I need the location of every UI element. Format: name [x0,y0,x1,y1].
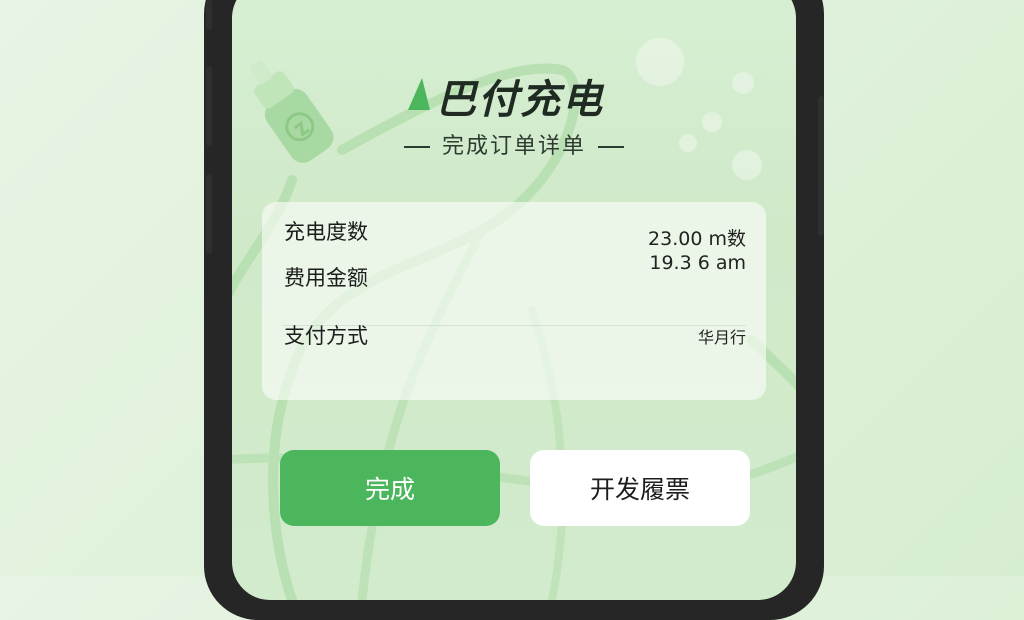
charge-amount-value: 23.00 m数 [648,228,746,250]
order-details-card: 充电度数 23.00 m数 费用金额 19.3 6 am 支付方式 华月行 [262,202,766,400]
app-screen: 巴付充电 完成订单详单 充电度数 23.00 m数 费用金额 19.3 6 am… [232,0,796,600]
charge-amount-label: 充电度数 [284,220,368,244]
fee-amount-label: 费用金额 [284,266,368,290]
phone-volume-up-button [206,0,212,30]
logo-text: 巴付充电 [436,77,604,123]
phone-volume-down-button [206,66,212,146]
title-dash-right [598,146,624,148]
phone-power-button [818,96,824,236]
page-title: 完成订单详单 [232,128,796,160]
title-dash-left [403,146,430,148]
lightning-icon [408,78,430,110]
phone-mute-button [206,174,212,254]
payment-method-value: 华月行 [697,328,746,347]
page-title-text: 完成订单详单 [441,134,586,159]
app-logo: 巴付充电 [402,68,604,124]
done-button[interactable]: 完成 [280,450,500,526]
fee-amount-value: 19.3 6 am [649,252,746,274]
payment-method-label: 支付方式 [284,324,368,348]
issue-invoice-button[interactable]: 开发履票 [530,450,750,526]
